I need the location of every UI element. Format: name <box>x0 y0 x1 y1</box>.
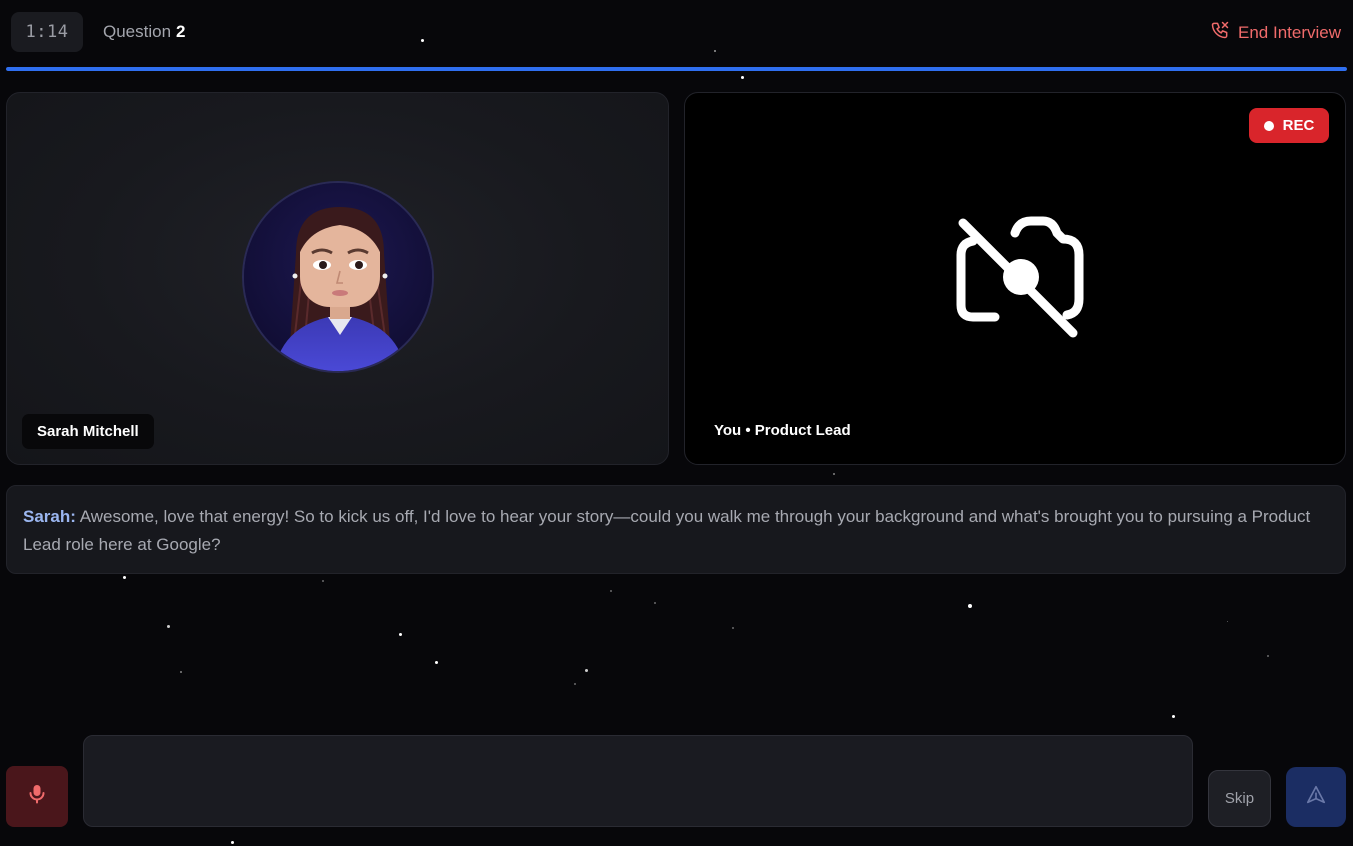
end-interview-label: End Interview <box>1238 22 1341 42</box>
question-number: 2 <box>176 22 186 41</box>
skip-button[interactable]: Skip <box>1208 770 1271 827</box>
recording-dot-icon <box>1263 120 1274 131</box>
question-label: Question <box>103 22 172 41</box>
answer-input[interactable] <box>83 735 1193 827</box>
camera-off-icon <box>955 215 1085 340</box>
interviewer-avatar-illustration <box>244 183 432 371</box>
interviewer-avatar <box>242 181 434 373</box>
transcript-speaker: Sarah: <box>23 507 76 526</box>
end-interview-button[interactable]: End Interview <box>1210 20 1341 45</box>
recording-label: REC <box>1282 117 1315 134</box>
phone-hangup-icon <box>1210 20 1230 45</box>
send-icon <box>1305 784 1327 811</box>
interviewer-video-panel: Sarah Mitchell <box>6 92 669 465</box>
interviewer-name-tag: Sarah Mitchell <box>22 414 154 449</box>
transcript-box: Sarah: Awesome, love that energy! So to … <box>6 485 1346 574</box>
send-button[interactable] <box>1286 767 1346 827</box>
microphone-icon <box>27 783 47 810</box>
microphone-button[interactable] <box>6 766 68 827</box>
recording-badge: REC <box>1249 108 1329 143</box>
transcript-text: Awesome, love that energy! So to kick us… <box>23 507 1311 554</box>
candidate-label: You • Product Lead <box>714 422 851 439</box>
progress-fill <box>6 67 1347 71</box>
question-indicator: Question 2 <box>103 22 186 42</box>
interview-progress-bar <box>6 67 1347 71</box>
candidate-video-panel: REC You • Product Lead <box>684 92 1346 465</box>
interview-timer: 1:14 <box>11 12 83 52</box>
